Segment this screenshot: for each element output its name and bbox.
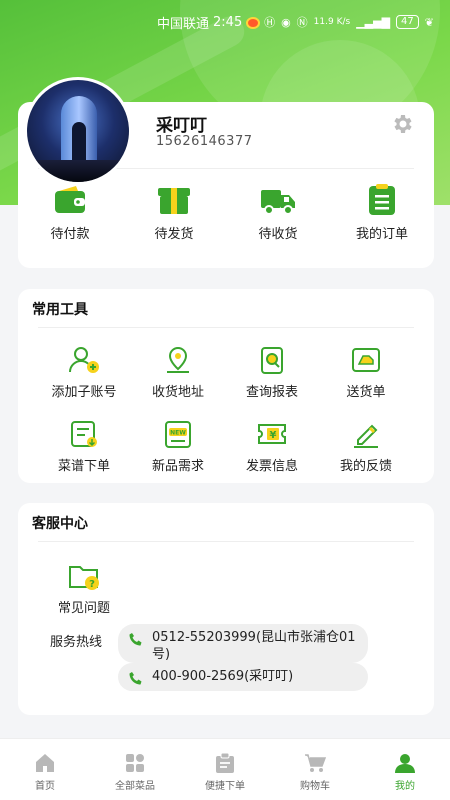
- tab-mine[interactable]: 我的: [360, 739, 450, 800]
- report-search-icon: [261, 347, 283, 374]
- recipe-order-icon: [71, 421, 97, 447]
- tool-shipping-address[interactable]: 收货地址: [131, 345, 225, 400]
- hotline-number-1: 0512-55203999(昆山市张浦仓01号): [152, 630, 356, 662]
- battery-indicator: 47: [396, 15, 419, 29]
- profile-icon: [395, 754, 415, 773]
- status-bar: 中国联通 2:45 Ⓗ ◉ Ⓝ 11.9 K/s ▁▃▅▇ 47 ❦: [0, 0, 450, 44]
- order-status-row: 待付款 待发货 待收货 我的订单: [18, 184, 434, 244]
- tab-home[interactable]: 首页: [0, 739, 90, 800]
- tab-label: 我的: [395, 781, 415, 792]
- net-speed: 11.9 K/s: [313, 17, 351, 27]
- hotline-button-2[interactable]: 400-900-2569(采叮叮): [118, 663, 368, 691]
- order-pending-payment[interactable]: 待付款: [18, 184, 122, 244]
- signal-icon: ▁▃▅▇: [356, 15, 391, 29]
- leaf-icon: ❦: [424, 15, 434, 29]
- hd-icon: Ⓗ: [264, 16, 276, 29]
- faq-button[interactable]: ? 常见问题: [37, 561, 131, 616]
- faq-label: 常见问题: [57, 601, 110, 616]
- add-user-icon: [69, 347, 99, 373]
- eye-icon: ◉: [281, 15, 291, 29]
- location-icon: [167, 346, 189, 373]
- hotline-label: 服务热线: [50, 635, 103, 650]
- hotline-button-1[interactable]: 0512-55203999(昆山市张浦仓01号): [118, 624, 368, 663]
- faq-folder-icon: ?: [69, 566, 99, 590]
- tool-delivery-note[interactable]: 送货单: [319, 345, 413, 400]
- tool-invoice-info[interactable]: ¥ 发票信息: [225, 419, 319, 474]
- avatar[interactable]: [24, 77, 132, 185]
- home-icon: [36, 754, 54, 772]
- phone-number: 15626146377: [156, 134, 253, 149]
- tool-recipe-order[interactable]: 菜谱下单: [37, 419, 131, 474]
- tool-query-report[interactable]: 查询报表: [225, 345, 319, 400]
- order-list-icon: [369, 184, 395, 215]
- tool-label: 发票信息: [245, 459, 298, 474]
- tab-label: 全部菜品: [115, 781, 155, 792]
- truck-icon: [261, 190, 295, 215]
- customer-service-title: 客服中心: [32, 516, 88, 532]
- gear-icon[interactable]: [390, 112, 414, 136]
- tool-label: 菜谱下单: [57, 459, 110, 474]
- order-item-label: 我的订单: [355, 227, 408, 242]
- my-orders[interactable]: 我的订单: [330, 184, 434, 244]
- order-pending-receipt[interactable]: 待收货: [226, 184, 330, 244]
- delivery-note-icon: [352, 348, 380, 372]
- bottom-tab-bar: 首页 全部菜品 便捷下单 购物车 我的: [0, 738, 450, 800]
- tab-label: 便捷下单: [205, 781, 245, 792]
- tab-all-dishes[interactable]: 全部菜品: [90, 739, 180, 800]
- tab-label: 购物车: [300, 781, 330, 792]
- tool-label: 收货地址: [151, 385, 204, 400]
- order-item-label: 待收货: [258, 227, 298, 242]
- tab-cart[interactable]: 购物车: [270, 739, 360, 800]
- svg-text:?: ?: [89, 579, 95, 590]
- tool-label: 我的反馈: [339, 459, 392, 474]
- order-pending-shipment[interactable]: 待发货: [122, 184, 226, 244]
- carrier-name: 中国联通: [157, 17, 210, 32]
- tab-label: 首页: [35, 781, 55, 792]
- tool-label: 送货单: [346, 385, 386, 400]
- tool-label: 查询报表: [245, 385, 298, 400]
- hotline-number-2: 400-900-2569(采叮叮): [152, 669, 294, 684]
- tool-add-subaccount[interactable]: 添加子账号: [37, 345, 131, 400]
- phone-icon: [129, 672, 142, 685]
- clock: 2:45: [213, 15, 243, 30]
- weibo-icon: [246, 16, 261, 29]
- username: 采叮叮: [156, 116, 207, 136]
- categories-icon: [126, 754, 144, 772]
- tab-quick-order[interactable]: 便捷下单: [180, 739, 270, 800]
- svg-text:NEW: NEW: [170, 430, 186, 437]
- svg-text:¥: ¥: [270, 430, 277, 441]
- feedback-icon: [354, 424, 378, 448]
- new-product-icon: NEW: [165, 421, 191, 448]
- phone-icon: [129, 633, 142, 646]
- nfc-icon: Ⓝ: [296, 16, 308, 29]
- order-item-label: 待付款: [50, 227, 90, 242]
- package-icon: [158, 188, 190, 214]
- tool-my-feedback[interactable]: 我的反馈: [319, 419, 413, 474]
- cart-icon: [305, 754, 326, 772]
- quick-order-icon: [216, 752, 234, 773]
- tool-label: 新品需求: [151, 459, 204, 474]
- tool-label: 添加子账号: [51, 385, 117, 400]
- invoice-icon: ¥: [258, 424, 286, 444]
- tools-title: 常用工具: [32, 302, 88, 318]
- order-item-label: 待发货: [154, 227, 194, 242]
- wallet-icon: [55, 186, 85, 213]
- tool-new-product-request[interactable]: NEW 新品需求: [131, 419, 225, 474]
